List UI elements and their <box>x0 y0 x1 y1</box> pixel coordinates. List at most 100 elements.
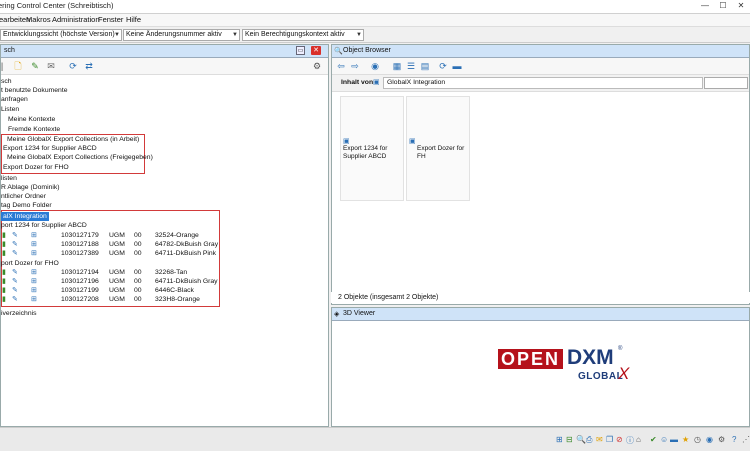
title-bar: ering Control Center (Schreibtisch) — ☐ … <box>0 0 750 14</box>
help-icon[interactable]: ? <box>732 435 736 444</box>
clock-icon[interactable]: ◷ <box>694 435 701 444</box>
part-version: 00 <box>134 241 142 248</box>
tree-icon[interactable]: ⊟ <box>566 435 573 444</box>
permission-context-select[interactable]: Kein Berechtigungskontext aktiv ▼ <box>242 29 364 41</box>
list-view-icon[interactable]: ☰ <box>406 61 416 71</box>
object-card[interactable]: ▣ Export 1234 for Supplier ABCD <box>340 96 404 201</box>
user-icon[interactable]: ☺ <box>660 435 668 444</box>
globe-icon[interactable]: ◉ <box>706 435 713 444</box>
tree-item[interactable]: R Ablage (Dominik) <box>1 183 60 192</box>
tree-item[interactable]: port 1234 for Supplier ABCD <box>1 221 87 230</box>
mail-icon[interactable]: ✉ <box>596 435 603 444</box>
logo-open: OPEN <box>498 349 564 369</box>
mail-icon[interactable]: ✉ <box>46 61 56 71</box>
viewer-panel: ◈ 3D Viewer OPEN DXM ® GLOBAL X <box>331 307 750 427</box>
edit-pencil-icon: ✎ <box>12 287 18 294</box>
part-number: 1030127199 <box>61 287 99 294</box>
viewer-title: 3D Viewer <box>343 310 376 317</box>
maximize-button[interactable]: ☐ <box>714 0 732 13</box>
tree-item[interactable]: listen <box>1 174 17 183</box>
part-icon: ▮ <box>2 250 6 257</box>
resize-grip-icon[interactable]: ⋰ <box>742 435 750 444</box>
close-window-button[interactable]: ✕ <box>732 0 750 13</box>
star-icon[interactable]: ★ <box>682 435 689 444</box>
part-version: 00 <box>134 269 142 276</box>
settings-gear-icon[interactable]: ⚙ <box>718 435 725 444</box>
lock-icon[interactable]: ⌂ <box>636 435 641 444</box>
info-icon[interactable]: ⓘ <box>626 435 634 446</box>
menu-macros[interactable]: Makros <box>26 15 51 24</box>
forward-arrow-icon[interactable]: ⇨ <box>350 61 360 71</box>
part-icon: ▮ <box>2 241 6 248</box>
menu-window[interactable]: Fenster <box>98 15 123 24</box>
grid-view-icon[interactable]: ▦ <box>392 61 402 71</box>
sync-icon[interactable]: ⇄ <box>84 61 94 71</box>
structure-icon: ⊞ <box>31 232 37 239</box>
view-select[interactable]: Entwicklungssicht (höchste Version) ▼ <box>0 29 122 41</box>
structure-icon: ⊞ <box>31 241 37 248</box>
detail-view-icon[interactable]: ▤ <box>420 61 430 71</box>
part-version: 00 <box>134 278 142 285</box>
tree-item[interactable]: anfragen <box>1 95 28 104</box>
menu-administration[interactable]: Administration <box>52 15 100 24</box>
close-panel-button[interactable]: ✕ <box>311 46 321 55</box>
tree-item[interactable]: Fremde Kontexte <box>8 125 60 134</box>
search-input[interactable] <box>704 77 748 89</box>
new-document-icon[interactable]: 🗋 <box>13 61 23 71</box>
globe-icon[interactable]: ◉ <box>370 61 380 71</box>
tree-item[interactable]: Export 1234 for Supplier ABCD <box>3 144 97 153</box>
tree-item[interactable]: Meine Kontexte <box>8 115 55 124</box>
part-unit: UGM <box>109 278 125 285</box>
edit-icon[interactable]: ✎ <box>30 61 40 71</box>
tree-item[interactable]: ntlicher Ordner <box>1 192 46 201</box>
cube-icon: ◈ <box>334 311 340 318</box>
part-number: 1030127208 <box>61 296 99 303</box>
part-unit: UGM <box>109 232 125 239</box>
search-icon[interactable]: 🔍 <box>576 435 586 444</box>
path-field[interactable]: GlobalX Integration <box>383 77 703 89</box>
settings-gear-icon[interactable]: ⚙ <box>312 61 322 71</box>
part-number: 1030127188 <box>61 241 99 248</box>
tree-item[interactable]: iverzeichnis <box>1 309 37 318</box>
part-version: 00 <box>134 296 142 303</box>
tree-item[interactable]: port Dozer for FHO <box>1 259 59 268</box>
part-version: 00 <box>134 287 142 294</box>
status-bar: ⊞ ⊟ 🔍 ⎙ ✉ ❐ ⊘ ⓘ ⌂ ✔ ☺ ▬ ★ ◷ ◉ ⚙ ? ⋰ <box>0 427 750 451</box>
chevron-down-icon: ▼ <box>114 32 120 38</box>
tree-item[interactable]: Export Dozer for FHO <box>3 163 69 172</box>
structure-icon: ⊞ <box>31 296 37 303</box>
part-icon: ▮ <box>2 296 6 303</box>
tree-item-selected[interactable]: alX Integration <box>1 212 49 221</box>
collection-icon: ▣ <box>409 138 416 145</box>
part-name: 64711-DkBuish Pink <box>155 250 217 257</box>
tree-item[interactable]: tag Demo Folder <box>1 201 52 210</box>
folder-icon[interactable]: ▬ <box>670 435 678 444</box>
path-folder-icon[interactable]: ▣ <box>373 78 380 86</box>
opendxm-logo: OPEN DXM ® GLOBAL X <box>498 338 638 398</box>
folder-icon[interactable]: ▬ <box>452 61 462 71</box>
tree-item[interactable]: t benutzte Dokumente <box>1 86 68 95</box>
part-number: 1030127389 <box>61 250 99 257</box>
refresh-icon[interactable]: ⟳ <box>68 61 78 71</box>
print-icon[interactable]: ⎙ <box>586 435 592 445</box>
tree-item[interactable]: Meine GlobalX Export Collections (Freige… <box>7 153 153 162</box>
change-number-select[interactable]: Keine Änderungsnummer aktiv ▼ <box>123 29 240 41</box>
tree-item[interactable]: sch <box>1 77 12 86</box>
object-card[interactable]: ▣ Export Dozer for FH <box>406 96 470 201</box>
part-name: 32524-Orange <box>155 232 199 239</box>
part-number: 1030127194 <box>61 269 99 276</box>
network-icon[interactable]: ⊞ <box>556 435 563 444</box>
minimize-button[interactable]: — <box>696 0 714 13</box>
restore-panel-button[interactable]: ▭ <box>296 46 305 55</box>
part-unit: UGM <box>109 296 125 303</box>
part-unit: UGM <box>109 241 125 248</box>
part-icon: ▮ <box>2 232 6 239</box>
tree-item[interactable]: Listen <box>1 105 19 114</box>
menu-help[interactable]: Hilfe <box>126 15 141 24</box>
copy-icon[interactable]: ❐ <box>606 435 613 444</box>
tree-item[interactable]: Meine GlobalX Export Collections (in Arb… <box>7 135 139 144</box>
check-icon[interactable]: ✔ <box>650 435 657 444</box>
refresh-icon[interactable]: ⟳ <box>438 61 448 71</box>
alert-icon[interactable]: ⊘ <box>616 435 623 444</box>
back-arrow-icon[interactable]: ⇦ <box>336 61 346 71</box>
